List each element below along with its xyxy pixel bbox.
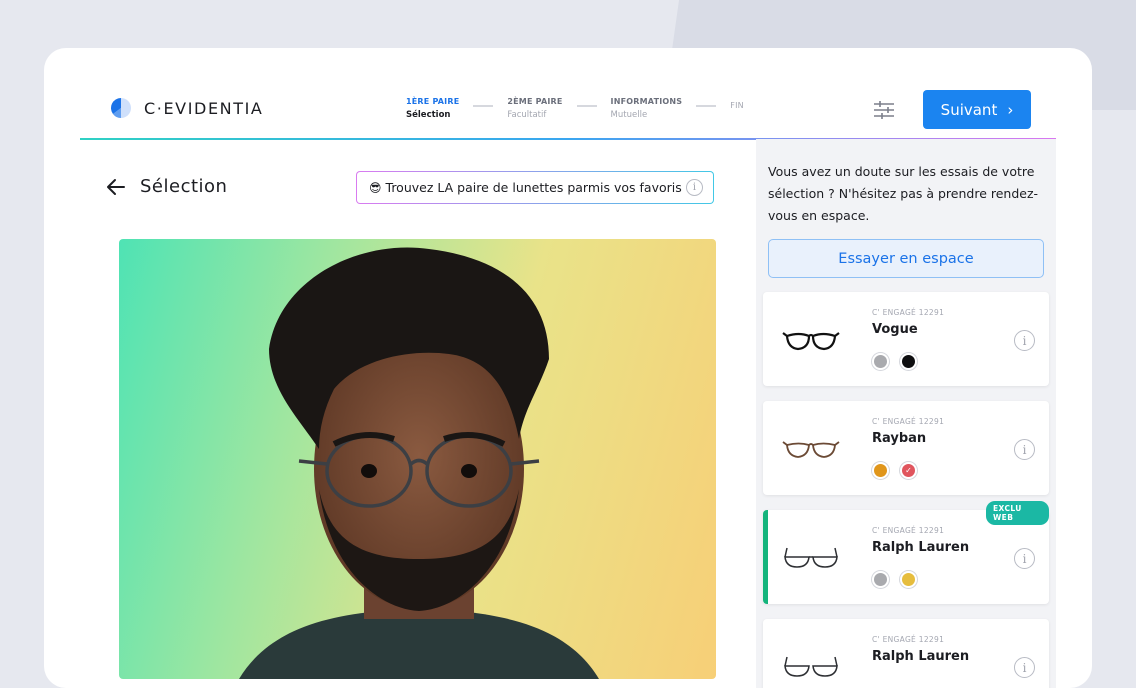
color-swatch-yellow[interactable] [900, 571, 917, 588]
step-title: 2ÈME PAIRE [507, 97, 563, 106]
main-card: C·EVIDENTIA 1ÈRE PAIRE Sélection 2ÈME PA… [44, 48, 1092, 688]
next-button[interactable]: Suivant › [923, 90, 1031, 129]
color-swatches [872, 571, 917, 588]
favorites-hint-banner: 😎 Trouvez LA paire de lunettes parmis vo… [356, 171, 714, 204]
hint-text: Trouvez LA paire de lunettes parmis vos … [385, 180, 682, 195]
product-card-selected[interactable]: EXCLU WEB C' ENGAGÉ 12291 Ralph Lauren i [763, 501, 1049, 604]
color-swatches: ✓ [872, 462, 917, 479]
product-name: Rayban [872, 431, 927, 446]
try-in-store-button[interactable]: Essayer en espace [768, 239, 1044, 278]
product-card[interactable]: C' ENGAGÉ 12291 Rayban ✓ i [763, 401, 1049, 495]
color-swatch-orange[interactable] [872, 462, 889, 479]
brand-logo[interactable]: C·EVIDENTIA [110, 97, 263, 119]
try-on-photo [119, 239, 716, 679]
product-code: C' ENGAGÉ 12291 [872, 635, 945, 644]
step-title: FIN [730, 101, 744, 110]
color-swatch-grey[interactable] [872, 353, 889, 370]
filter-sliders-icon[interactable] [872, 100, 896, 120]
product-code: C' ENGAGÉ 12291 [872, 526, 945, 535]
step-subtitle: Sélection [406, 110, 451, 120]
selection-side-panel: Vous avez un doute sur les essais de vot… [756, 139, 1056, 688]
product-card[interactable]: C' ENGAGÉ 12291 Vogue i [763, 292, 1049, 386]
sunglasses-emoji-icon: 😎 [369, 180, 382, 195]
product-code: C' ENGAGÉ 12291 [872, 417, 945, 426]
person-portrait-image [239, 247, 599, 679]
info-icon[interactable]: i [1014, 439, 1035, 460]
glasses-image [782, 332, 840, 351]
step-3[interactable]: INFORMATIONS Mutuelle [611, 97, 683, 120]
info-icon[interactable]: i [686, 179, 703, 196]
info-icon[interactable]: i [1014, 657, 1035, 678]
glasses-image [784, 656, 838, 677]
doubt-message: Vous avez un doute sur les essais de vot… [768, 164, 1039, 223]
step-separator [576, 105, 597, 107]
step-2[interactable]: 2ÈME PAIRE Facultatif [507, 97, 562, 120]
progress-steps: 1ÈRE PAIRE Sélection 2ÈME PAIRE Facultat… [406, 97, 744, 120]
chevron-right-icon: › [1007, 100, 1014, 119]
back-button[interactable]: Sélection [106, 176, 227, 197]
product-card[interactable]: C' ENGAGÉ 12291 Ralph Lauren i [763, 619, 1049, 688]
page-title: Sélection [140, 176, 228, 197]
step-title: INFORMATIONS [610, 97, 683, 106]
info-icon[interactable]: i [1014, 548, 1035, 569]
glasses-image [784, 547, 838, 568]
product-name: Ralph Lauren [872, 540, 970, 555]
logo-icon [111, 98, 131, 118]
color-swatch-red-selected[interactable]: ✓ [900, 462, 917, 479]
product-name: Ralph Lauren [872, 649, 970, 664]
step-subtitle: Facultatif [507, 110, 547, 120]
step-title: 1ÈRE PAIRE [406, 97, 460, 106]
next-button-label: Suivant [940, 100, 998, 119]
glasses-image [782, 441, 840, 458]
color-swatch-grey[interactable] [872, 571, 889, 588]
color-swatches [872, 353, 917, 370]
step-separator [696, 105, 717, 107]
step-1[interactable]: 1ÈRE PAIRE Sélection [406, 97, 459, 120]
info-icon[interactable]: i [1014, 330, 1035, 351]
exclu-web-badge: EXCLU WEB [986, 501, 1049, 525]
product-code: C' ENGAGÉ 12291 [872, 308, 945, 317]
color-swatch-black[interactable] [900, 353, 917, 370]
arrow-left-icon [107, 178, 125, 195]
step-subtitle: Mutuelle [610, 110, 648, 120]
step-4[interactable]: FIN [730, 97, 744, 110]
step-separator [473, 105, 494, 107]
brand-name: C·EVIDENTIA [144, 98, 264, 118]
product-name: Vogue [872, 322, 918, 337]
